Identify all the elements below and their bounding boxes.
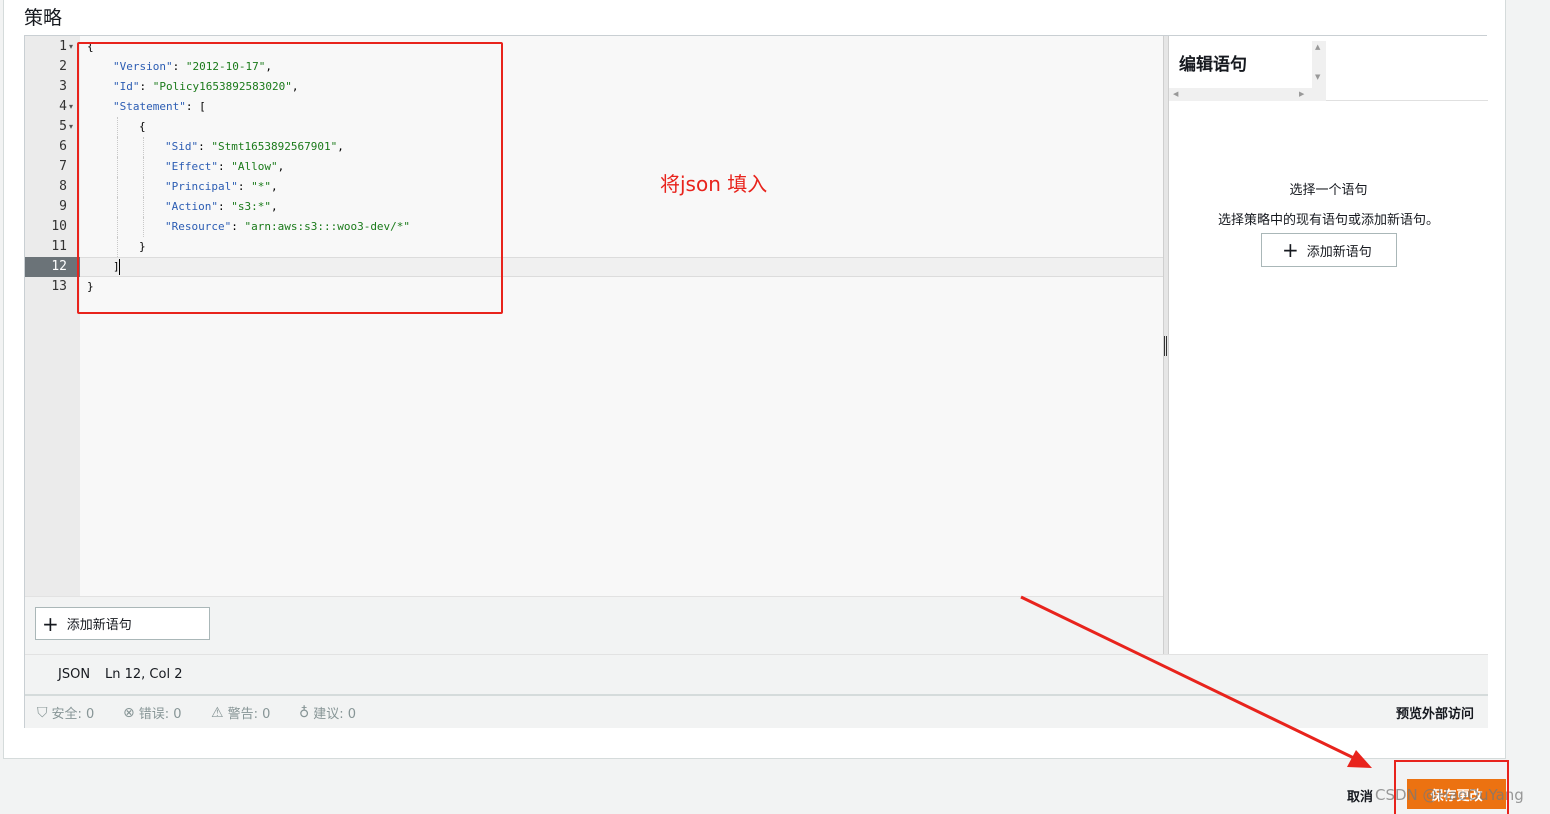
header-horizontal-scrollbar[interactable]: ◀ ▶ <box>1169 88 1326 101</box>
status-cursor-position: Ln 12, Col 2 <box>105 667 183 682</box>
annotation-text: 将json 填入 <box>660 172 768 196</box>
resize-handle-icon[interactable] <box>1164 336 1167 356</box>
lightbulb-issue-count[interactable]: ♁ 建议: 0 <box>299 703 357 723</box>
line-number: 13 <box>51 279 67 294</box>
side-add-statement-button[interactable]: + 添加新语句 <box>1261 233 1397 267</box>
add-statement-label: 添加新语句 <box>66 618 132 633</box>
add-statement-bar: + 添加新语句 <box>25 596 1163 654</box>
scroll-right-icon[interactable]: ▶ <box>1299 90 1304 98</box>
line-number: 3 <box>59 79 67 94</box>
scroll-up-icon[interactable]: ▲ <box>1315 43 1320 51</box>
line-number: 10 <box>51 219 67 234</box>
plus-icon: + <box>1282 238 1299 262</box>
scroll-left-icon[interactable]: ◀ <box>1173 90 1178 98</box>
line-number: 11 <box>51 239 67 254</box>
line-number: 5 <box>59 119 67 134</box>
line-number: 2 <box>59 59 67 74</box>
empty-state-title: 选择一个语句 <box>1289 183 1368 198</box>
header-vertical-scrollbar[interactable]: ▲ ▼ <box>1312 41 1326 89</box>
issue-label: 错误: 0 <box>138 707 182 722</box>
line-number: 9 <box>59 199 67 214</box>
fold-toggle-icon[interactable]: ▾ <box>69 37 73 57</box>
side-add-statement-label: 添加新语句 <box>1306 244 1372 260</box>
annotation-save-highlight-box <box>1394 760 1509 814</box>
scroll-down-icon[interactable]: ▼ <box>1315 73 1320 81</box>
line-number: 7 <box>59 159 67 174</box>
annotation-highlight-box <box>77 42 503 314</box>
line-number: 1 <box>59 39 67 54</box>
status-language: JSON <box>58 667 91 682</box>
line-gutter: 1 ▾ 2 3 4 ▾ 5 ▾ 6 7 8 9 10 11 12 13 <box>25 36 80 596</box>
add-statement-button[interactable]: + 添加新语句 <box>35 607 210 640</box>
editor-status-bar: JSON Ln 12, Col 2 <box>25 654 1488 694</box>
page-scroll-track[interactable] <box>1506 0 1550 814</box>
line-number: 6 <box>59 139 67 154</box>
warning-icon: ⚠ <box>211 704 224 721</box>
edit-statement-header: 编辑语句 ▲ ▼ ◀ ▶ <box>1169 36 1488 101</box>
edit-statement-panel: 编辑语句 ▲ ▼ ◀ ▶ 选择一个语句 选择策略中的现有语句或添加新语句。 + … <box>1169 36 1488 654</box>
empty-state-description: 选择策略中的现有语句或添加新语句。 <box>1217 213 1439 228</box>
validation-issue-bar: ⛉ 安全: 0 ⊗ 错误: 0 ⚠ 警告: 0 ♁ 建议: 0 预览外部访问 <box>25 694 1488 728</box>
issue-label: 警告: 0 <box>227 707 271 722</box>
shield-icon: ⛉ <box>37 704 48 721</box>
warning-issue-count[interactable]: ⚠ 警告: 0 <box>211 703 271 723</box>
fold-toggle-icon[interactable]: ▾ <box>69 117 73 137</box>
line-number: 4 <box>59 99 67 114</box>
line-number: 12 <box>25 257 80 277</box>
preview-external-access-link[interactable]: 预览外部访问 <box>1396 703 1474 722</box>
page-title: 策略 <box>24 7 63 29</box>
shield-issue-count[interactable]: ⛉ 安全: 0 <box>37 703 95 723</box>
edit-statement-title: 编辑语句 <box>1179 55 1247 75</box>
issue-label: 安全: 0 <box>51 707 95 722</box>
issue-label: 建议: 0 <box>313 707 357 722</box>
fold-toggle-icon[interactable]: ▾ <box>69 97 73 117</box>
error-issue-count[interactable]: ⊗ 错误: 0 <box>123 703 182 723</box>
error-icon: ⊗ <box>123 704 135 721</box>
lightbulb-icon: ♁ <box>299 704 310 721</box>
cancel-button[interactable]: 取消 <box>1347 786 1373 805</box>
plus-icon: + <box>42 611 59 636</box>
line-number: 8 <box>59 179 67 194</box>
